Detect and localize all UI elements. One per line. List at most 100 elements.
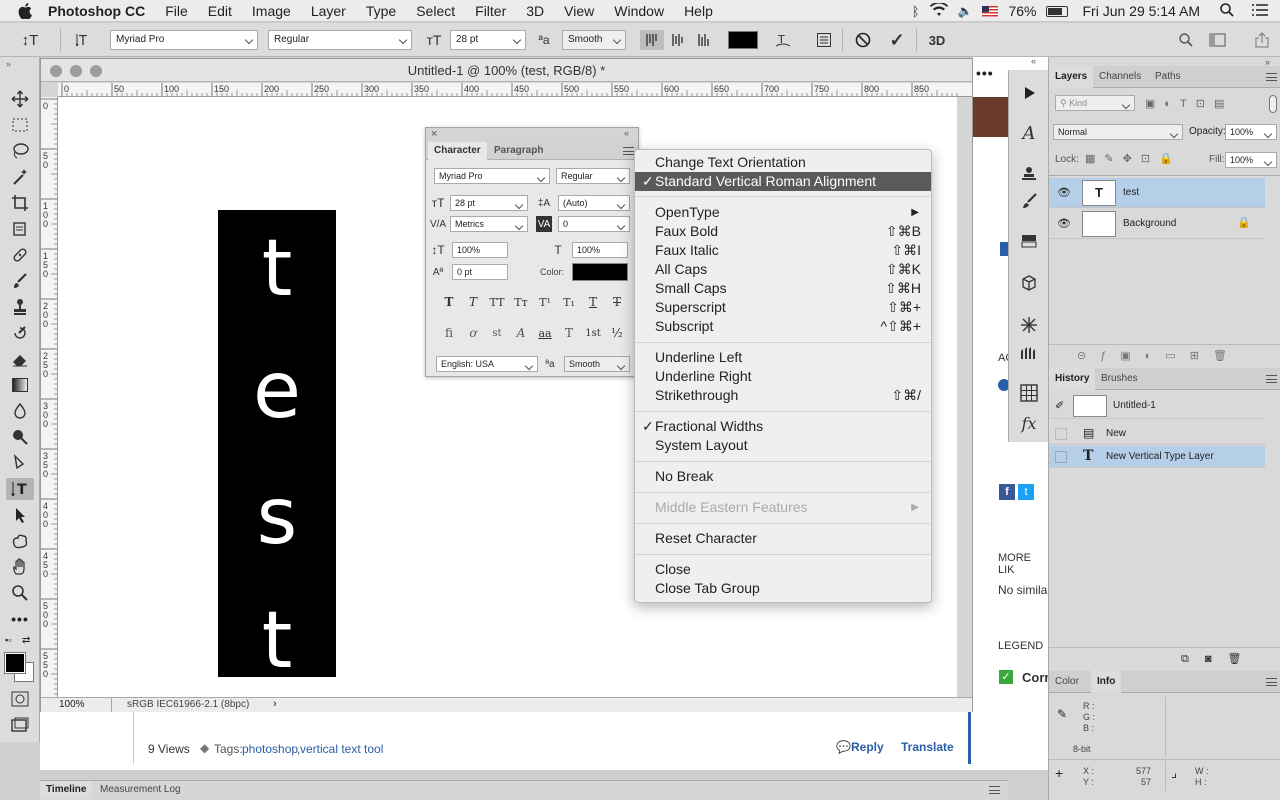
font-size-select[interactable]: 28 pt bbox=[450, 30, 526, 50]
dodge-tool-icon[interactable] bbox=[6, 426, 34, 448]
menu-item-strikethrough[interactable]: Strikethrough ⇧⌘/ bbox=[635, 386, 931, 405]
battery-percent[interactable]: 76% bbox=[1008, 3, 1036, 19]
tab-info[interactable]: Info bbox=[1091, 671, 1122, 693]
menu-item-superscript[interactable]: Superscript ⇧⌘+ bbox=[635, 298, 931, 317]
tab-character[interactable]: Character bbox=[428, 142, 487, 160]
char-baseline-shift-input[interactable]: 0 pt bbox=[452, 264, 508, 280]
layer-name[interactable]: test bbox=[1123, 187, 1139, 198]
panel-collapse-icon[interactable]: « bbox=[624, 128, 629, 138]
tab-measurement-log[interactable]: Measurement Log bbox=[94, 781, 187, 799]
bluetooth-icon[interactable]: ᛒ bbox=[912, 4, 920, 19]
filter-toggle-icon[interactable] bbox=[1269, 95, 1277, 113]
history-source-box[interactable] bbox=[1055, 451, 1067, 463]
lock-icons[interactable]: ▦✎✥⊡🔒 bbox=[1085, 152, 1182, 165]
layer-row-background[interactable]: 👁 Background 🔒 bbox=[1049, 209, 1265, 239]
char-vertical-scale-input[interactable]: 100% bbox=[452, 242, 508, 258]
screen-mode-icon[interactable] bbox=[6, 714, 34, 736]
apple-icon[interactable] bbox=[18, 2, 34, 20]
align-bottom-icon[interactable] bbox=[694, 30, 714, 50]
panel-menu-icon[interactable] bbox=[623, 147, 634, 155]
vertical-scrollbar[interactable] bbox=[957, 97, 972, 698]
all-caps-button[interactable]: TT bbox=[488, 293, 506, 311]
history-state-new-vertical-type-layer[interactable]: T New Vertical Type Layer bbox=[1049, 446, 1265, 468]
tab-channels[interactable]: Channels bbox=[1093, 66, 1147, 88]
actions-play-icon[interactable] bbox=[1017, 82, 1041, 104]
styles-fx-icon[interactable]: fx bbox=[1017, 412, 1041, 434]
tab-paragraph[interactable]: Paragraph bbox=[488, 142, 549, 160]
fill-input[interactable]: 100% bbox=[1225, 152, 1277, 168]
tab-paths[interactable]: Paths bbox=[1149, 66, 1187, 88]
battery-icon[interactable] bbox=[1046, 5, 1069, 17]
char-leading-select[interactable]: (Auto) bbox=[558, 195, 630, 211]
brush-settings-icon[interactable] bbox=[1017, 190, 1041, 212]
opacity-input[interactable]: 100% bbox=[1225, 124, 1277, 140]
char-font-family-select[interactable]: Myriad Pro bbox=[434, 168, 550, 184]
app-menu[interactable]: Photoshop CC bbox=[44, 0, 155, 22]
menu-item-standard-vertical-roman-alignment[interactable]: ✓ Standard Vertical Roman Alignment bbox=[635, 172, 931, 191]
toggle-text-orientation-icon[interactable]: T bbox=[72, 30, 96, 50]
small-caps-button[interactable]: Tт bbox=[512, 293, 530, 311]
font-style-select[interactable]: Regular bbox=[268, 30, 412, 50]
expand-panels-icon[interactable]: « bbox=[1031, 56, 1036, 66]
strikethrough-button[interactable]: T bbox=[608, 293, 626, 311]
swap-colors-icon[interactable]: ⇄ bbox=[22, 635, 30, 646]
custom-shape-tool-icon[interactable] bbox=[6, 530, 34, 552]
crop-tool-icon[interactable] bbox=[6, 192, 34, 214]
swash-button[interactable]: A bbox=[512, 324, 530, 342]
facebook-icon[interactable]: f bbox=[999, 484, 1015, 500]
flag-icon[interactable] bbox=[982, 5, 999, 17]
menu-item-opentype[interactable]: OpenType ▶ bbox=[635, 203, 931, 222]
zoom-tool-icon[interactable] bbox=[6, 582, 34, 604]
tab-layers[interactable]: Layers bbox=[1049, 66, 1094, 88]
panel-close-icon[interactable]: × bbox=[431, 128, 437, 140]
tab-color[interactable]: Color bbox=[1049, 671, 1085, 693]
char-horizontal-scale-input[interactable]: 100% bbox=[572, 242, 628, 258]
char-kerning-select[interactable]: Metrics bbox=[450, 216, 528, 232]
history-brush-tool-icon[interactable] bbox=[6, 322, 34, 344]
menu-item-change-text-orientation[interactable]: Change Text Orientation bbox=[635, 153, 931, 172]
menu-3d[interactable]: 3D bbox=[516, 0, 554, 22]
menu-item-close[interactable]: Close bbox=[635, 560, 931, 579]
menu-item-system-layout[interactable]: System Layout bbox=[635, 436, 931, 455]
visibility-eye-icon[interactable]: 👁 bbox=[1057, 186, 1071, 199]
menu-layer[interactable]: Layer bbox=[301, 0, 356, 22]
clone-stamp-tool-icon[interactable] bbox=[6, 296, 34, 318]
superscript-button[interactable]: T¹ bbox=[536, 293, 554, 311]
layers-panel-menu-icon[interactable] bbox=[1266, 73, 1277, 81]
menu-file[interactable]: File bbox=[155, 0, 198, 22]
magic-wand-tool-icon[interactable] bbox=[6, 166, 34, 188]
discretionary-ligatures-button[interactable]: st bbox=[488, 324, 506, 342]
char-color-swatch[interactable] bbox=[572, 263, 628, 281]
volume-icon[interactable]: 🔈 bbox=[958, 4, 973, 18]
history-state-new[interactable]: ▤ New bbox=[1049, 423, 1265, 445]
tab-brushes[interactable]: Brushes bbox=[1095, 368, 1144, 390]
vertical-type-tool-preset-icon[interactable]: ↕T bbox=[18, 30, 42, 50]
faux-italic-button[interactable]: T bbox=[464, 293, 482, 311]
menu-item-all-caps[interactable]: All Caps ⇧⌘K bbox=[635, 260, 931, 279]
text-color-swatch[interactable] bbox=[728, 31, 758, 49]
zoom-level[interactable]: 100% bbox=[59, 699, 85, 710]
timeline-menu-icon[interactable] bbox=[989, 786, 1000, 794]
character-panel-toggle-icon[interactable] bbox=[813, 30, 835, 50]
more-options-icon[interactable]: ••• bbox=[976, 65, 994, 81]
visibility-eye-icon[interactable]: 👁 bbox=[1057, 217, 1071, 230]
menu-window[interactable]: Window bbox=[604, 0, 674, 22]
timeline-snowflake-icon[interactable] bbox=[1017, 314, 1041, 336]
search-icon[interactable] bbox=[1176, 30, 1196, 50]
tag-link-photoshop[interactable]: photoshop bbox=[242, 742, 298, 756]
swatches-grid-icon[interactable] bbox=[1017, 382, 1041, 404]
menu-edit[interactable]: Edit bbox=[198, 0, 242, 22]
healing-brush-tool-icon[interactable] bbox=[6, 244, 34, 266]
collapse-toolbar-icon[interactable]: » bbox=[6, 59, 11, 69]
lasso-tool-icon[interactable] bbox=[6, 140, 34, 162]
3d-cube-icon[interactable] bbox=[1017, 272, 1041, 294]
antialias-select[interactable]: Smooth bbox=[562, 30, 626, 50]
move-tool-icon[interactable] bbox=[6, 88, 34, 110]
tag-link-vertical-text[interactable]: vertical text tool bbox=[300, 742, 383, 756]
ligatures-button[interactable]: ﬁ bbox=[440, 324, 458, 342]
gradient-tool-icon[interactable] bbox=[6, 374, 34, 396]
menu-item-faux-bold[interactable]: Faux Bold ⇧⌘B bbox=[635, 222, 931, 241]
marquee-tool-icon[interactable] bbox=[6, 114, 34, 136]
brush-tool-icon[interactable] bbox=[6, 270, 34, 292]
info-panel-menu-icon[interactable] bbox=[1266, 678, 1277, 686]
